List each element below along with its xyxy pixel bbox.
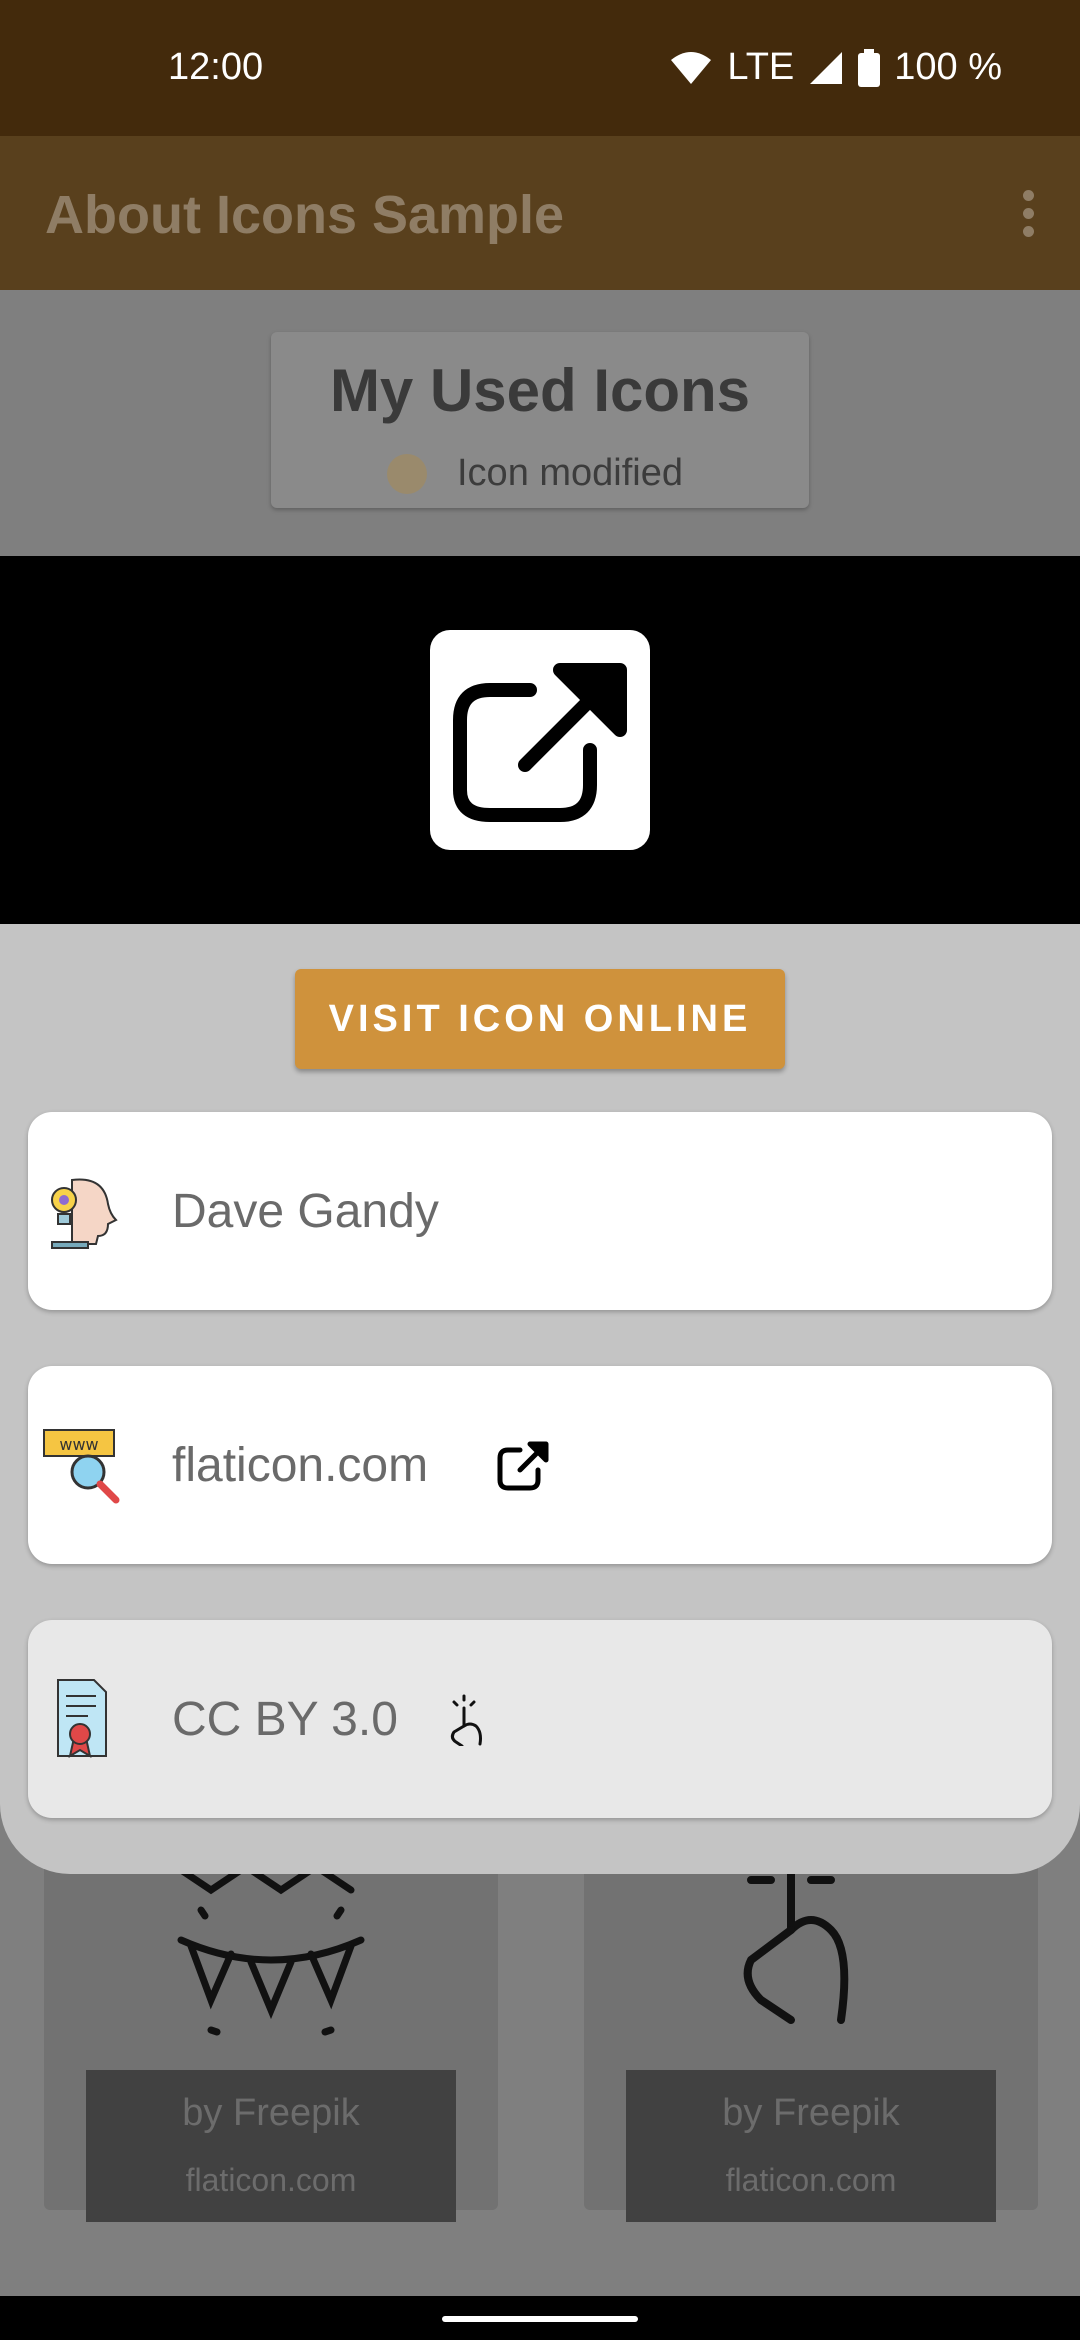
- credit-author: by Freepik: [722, 2092, 900, 2134]
- network-label: LTE: [727, 46, 795, 88]
- license-label: CC BY 3.0: [172, 1693, 398, 1746]
- battery-label: 100 %: [894, 46, 1002, 88]
- overflow-menu-icon[interactable]: [1016, 190, 1040, 240]
- status-time: 12:00: [168, 46, 264, 88]
- author-label: Dave Gandy: [172, 1185, 439, 1238]
- author-row[interactable]: Dave Gandy: [28, 1112, 1052, 1310]
- legend-modified-label: Icon modified: [457, 452, 684, 494]
- legend-title: My Used Icons: [329, 357, 751, 424]
- icon-credit: by Freepik flaticon.com: [626, 2070, 996, 2222]
- bunting-icon: [177, 1870, 365, 2036]
- icon-card[interactable]: by Freepik flaticon.com: [584, 1840, 1038, 2222]
- external-link-icon: [453, 663, 627, 822]
- status-bar: 12:00 LTE 100 %: [0, 0, 1080, 136]
- website-label: flaticon.com: [172, 1439, 429, 1492]
- icon-card[interactable]: by Freepik flaticon.com: [44, 1840, 498, 2222]
- web-search-icon: www: [43, 1429, 120, 1504]
- thinking-head-icon: [51, 1178, 118, 1249]
- tap-gesture-icon: [743, 1870, 849, 2024]
- legend-modified: Icon modified: [387, 452, 683, 495]
- icon-preview: [0, 556, 1080, 924]
- home-gesture-handle[interactable]: [442, 2316, 638, 2322]
- certificate-icon: [57, 1679, 107, 1758]
- wifi-icon: [671, 51, 712, 84]
- tap-gesture-icon: [450, 1694, 482, 1746]
- license-row[interactable]: CC BY 3.0: [28, 1620, 1052, 1818]
- icon-credit: by Freepik flaticon.com: [86, 2070, 456, 2222]
- visit-icon-online-button[interactable]: VISIT ICON ONLINE: [295, 969, 785, 1069]
- status-icons: LTE 100 %: [669, 46, 1002, 89]
- icon-detail-dialog: VISIT ICON ONLINE Dave Gandy www flatico…: [0, 556, 1080, 1874]
- navigation-bar: [0, 2296, 1080, 2340]
- icon-preview-tile: [430, 630, 650, 850]
- modified-dot-icon: [387, 453, 427, 494]
- app-bar: About Icons Sample: [0, 136, 1080, 290]
- legend-card: My Used Icons Icon modified: [271, 332, 809, 508]
- signal-icon: [810, 51, 843, 84]
- app-title: About Icons Sample: [45, 185, 565, 245]
- website-row[interactable]: www flaticon.com: [28, 1366, 1052, 1564]
- battery-icon: [858, 48, 881, 87]
- credit-author: by Freepik: [182, 2092, 360, 2134]
- svg-text:www: www: [59, 1435, 98, 1454]
- credit-site: flaticon.com: [725, 2162, 897, 2198]
- credit-site: flaticon.com: [185, 2162, 357, 2198]
- external-link-icon: [497, 1441, 549, 1491]
